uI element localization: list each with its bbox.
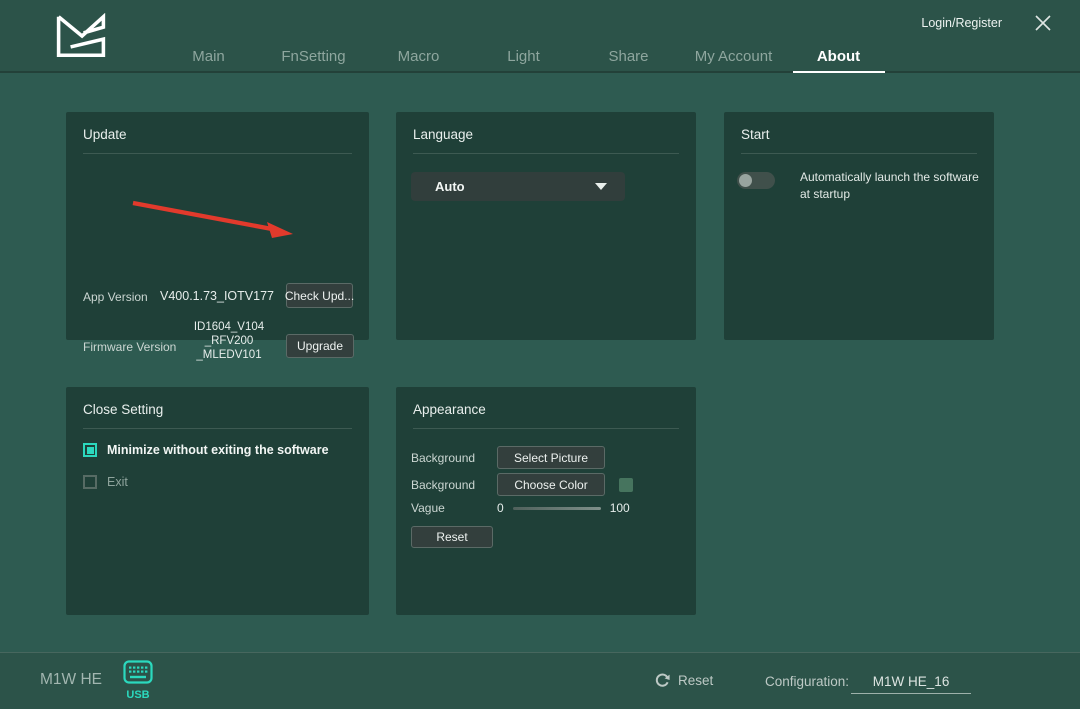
close-setting-panel-title: Close Setting (83, 402, 163, 417)
divider (83, 428, 352, 429)
update-panel: Update App Version V400.1.73_IOTV177 Che… (66, 112, 369, 340)
divider (413, 428, 679, 429)
firmware-line: _MLEDV101 (171, 348, 287, 362)
divider (413, 153, 679, 154)
language-panel-title: Language (413, 127, 473, 142)
background-color-label: Background (411, 478, 497, 492)
configuration-label: Configuration: (765, 674, 849, 689)
slider-min-value: 0 (497, 501, 504, 515)
language-select[interactable]: Auto (411, 172, 625, 201)
vague-slider-row: Vague 0 100 (411, 501, 630, 515)
close-icon[interactable] (1034, 14, 1052, 32)
nav-tab-light[interactable]: Light (471, 48, 576, 73)
footer-reset-label: Reset (678, 673, 713, 688)
choose-color-button[interactable]: Choose Color (497, 473, 605, 496)
checkbox-fill (87, 447, 94, 454)
minimize-checkbox[interactable] (83, 443, 97, 457)
upgrade-button[interactable]: Upgrade (286, 334, 354, 358)
start-panel: Start Automatically launch the software … (724, 112, 994, 340)
appearance-panel: Appearance Background Select Picture Bac… (396, 387, 696, 615)
autostart-label: Automatically launch the software at sta… (800, 169, 980, 203)
usb-keyboard-icon (123, 660, 153, 684)
top-bar: Main FnSetting Macro Light Share My Acco… (0, 0, 1080, 73)
connection-indicator: USB (122, 660, 154, 701)
configuration-group: Configuration: M1W HE_16 (765, 674, 971, 694)
color-swatch (619, 478, 633, 492)
close-setting-panel: Close Setting Minimize without exiting t… (66, 387, 369, 615)
firmware-line: _RFV200 (171, 334, 287, 348)
firmware-line: ID1604_V104 (171, 320, 287, 334)
language-selected-value: Auto (435, 172, 465, 201)
toggle-knob (739, 174, 752, 187)
exit-checkbox[interactable] (83, 475, 97, 489)
background-picture-label: Background (411, 451, 497, 465)
background-color-row: Background Choose Color (411, 473, 633, 496)
appearance-reset-button[interactable]: Reset (411, 526, 493, 548)
nav-tab-share[interactable]: Share (576, 48, 681, 73)
app-version-label: App Version (83, 290, 148, 304)
vague-label: Vague (411, 501, 497, 515)
start-panel-title: Start (741, 127, 770, 142)
nav-tab-macro[interactable]: Macro (366, 48, 471, 73)
refresh-icon (655, 673, 670, 688)
select-picture-button[interactable]: Select Picture (497, 446, 605, 469)
exit-label: Exit (107, 475, 128, 489)
nav-tab-main[interactable]: Main (156, 48, 261, 73)
firmware-version-label: Firmware Version (83, 340, 176, 354)
status-bar: M1W HE USB Reset (0, 652, 1080, 709)
footer-reset-button[interactable]: Reset (655, 673, 713, 688)
login-register-link[interactable]: Login/Register (921, 16, 1002, 30)
usb-label: USB (122, 689, 154, 701)
nav-tab-my-account[interactable]: My Account (681, 48, 786, 73)
vague-slider[interactable] (513, 507, 601, 510)
divider (741, 153, 977, 154)
configuration-value-field[interactable]: M1W HE_16 (851, 674, 971, 694)
slider-max-value: 100 (610, 501, 630, 515)
caret-down-icon (595, 183, 607, 190)
minimize-label: Minimize without exiting the software (107, 443, 329, 457)
minimize-option-row: Minimize without exiting the software (83, 443, 329, 457)
language-panel: Language Auto (396, 112, 696, 340)
check-update-button[interactable]: Check Upd... (286, 283, 353, 308)
nav-tab-about[interactable]: About (786, 48, 891, 73)
divider (83, 153, 352, 154)
background-picture-row: Background Select Picture (411, 446, 605, 469)
app-window: Main FnSetting Macro Light Share My Acco… (0, 0, 1080, 709)
update-panel-title: Update (83, 127, 127, 142)
app-version-value: V400.1.73_IOTV177 (160, 289, 274, 303)
brand-logo-icon (56, 13, 106, 59)
firmware-version-value: ID1604_V104 _RFV200 _MLEDV101 (171, 320, 287, 362)
autostart-toggle[interactable] (737, 172, 775, 189)
exit-option-row: Exit (83, 475, 128, 489)
main-nav: Main FnSetting Macro Light Share My Acco… (156, 48, 892, 73)
appearance-panel-title: Appearance (413, 402, 486, 417)
nav-tab-fnsetting[interactable]: FnSetting (261, 48, 366, 73)
device-name: M1W HE (40, 671, 102, 689)
